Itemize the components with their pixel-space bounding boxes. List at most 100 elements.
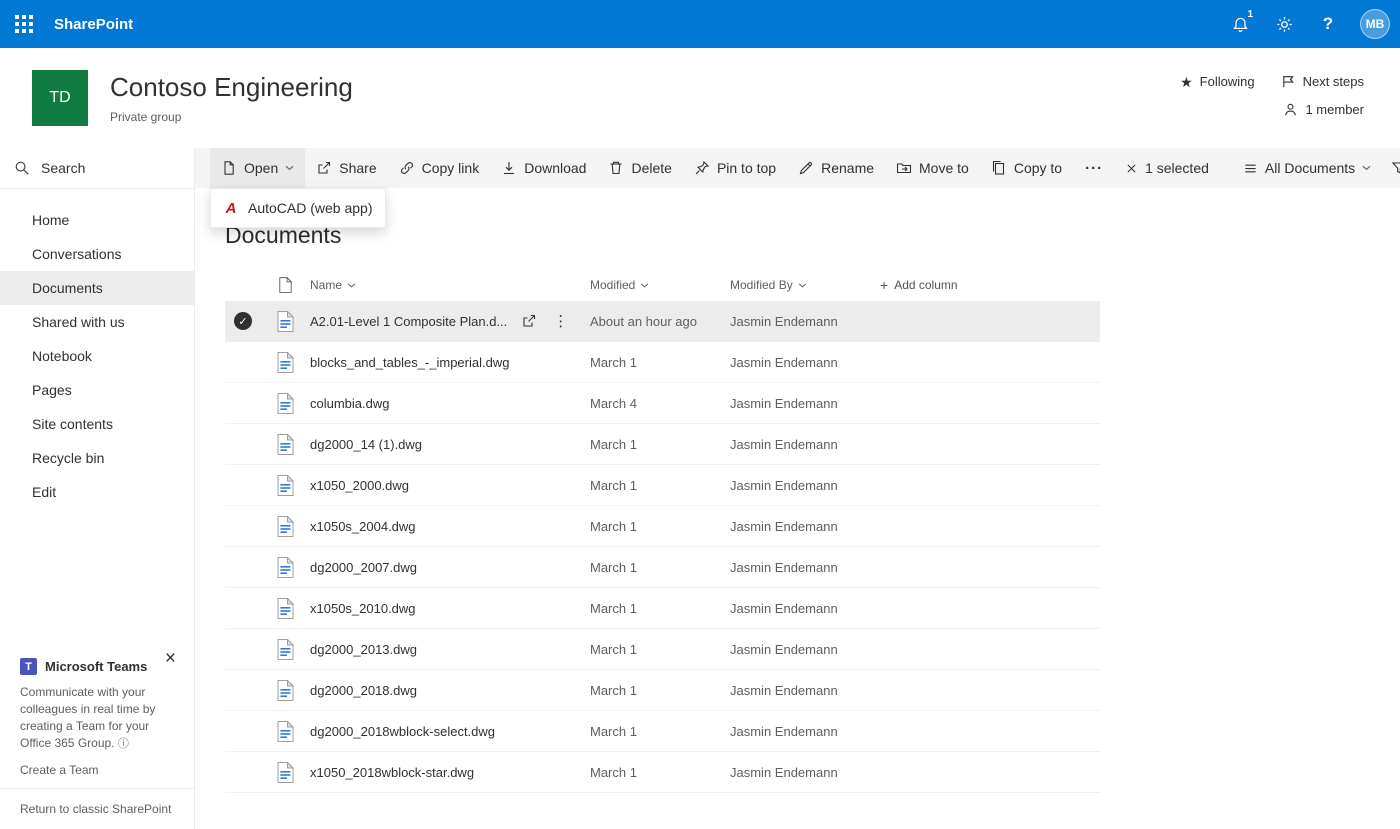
table-row[interactable]: ✓ dg2000_2018.dwg ⋮ March 1 Jasmin Endem… [225,670,1100,711]
file-name[interactable]: x1050s_2004.dwg [310,519,416,534]
row-selection-cell[interactable]: ✓ [225,435,261,453]
app-launcher-button[interactable] [0,0,48,48]
sidebar-item-home[interactable]: Home [0,203,194,237]
info-icon[interactable]: ⓘ [118,738,129,750]
table-row[interactable]: ✓ columbia.dwg ⋮ March 4 Jasmin Endemann [225,383,1100,424]
close-icon[interactable]: × [159,648,182,669]
copy-link-button[interactable]: Copy link [388,148,491,188]
file-name[interactable]: blocks_and_tables_-_imperial.dwg [310,355,509,370]
table-row[interactable]: ✓ x1050_2000.dwg ⋮ March 1 Jasmin Endema… [225,465,1100,506]
table-row[interactable]: ✓ dg2000_2018wblock-select.dwg ⋮ March 1… [225,711,1100,752]
sidebar: HomeConversationsDocumentsShared with us… [0,148,195,829]
rename-button[interactable]: Rename [787,148,885,188]
library-content: Documents Name [195,188,1400,793]
notifications-button[interactable]: 1 [1220,4,1260,44]
next-steps-button[interactable]: Next steps [1281,74,1364,89]
classic-sharepoint-link[interactable]: Return to classic SharePoint [0,788,194,829]
search-icon [14,160,30,176]
pin-to-top-button[interactable]: Pin to top [683,148,787,188]
menu-item-autocad-web-app[interactable]: A AutoCAD (web app) [211,191,385,225]
settings-button[interactable] [1264,4,1304,44]
trash-icon [608,160,624,176]
account-avatar[interactable]: MB [1360,9,1390,39]
download-button[interactable]: Download [490,148,597,188]
command-bar: Open Share Copy link [195,148,1400,188]
selected-check-icon[interactable]: ✓ [234,312,252,330]
row-selection-cell[interactable]: ✓ [225,517,261,535]
modified-cell: About an hour ago [590,314,730,329]
file-name[interactable]: A2.01-Level 1 Composite Plan.d... [310,314,507,329]
column-header-modified[interactable]: Modified [590,278,730,292]
sidebar-item-recycle-bin[interactable]: Recycle bin [0,441,194,475]
table-row[interactable]: ✓ A2.01-Level 1 Composite Plan.d... ⋮ Ab… [225,301,1100,342]
row-selection-cell[interactable]: ✓ [225,476,261,494]
table-row[interactable]: ✓ x1050s_2004.dwg ⋮ March 1 Jasmin Endem… [225,506,1100,547]
more-actions-icon[interactable]: ⋮ [553,312,568,330]
row-selection-cell[interactable]: ✓ [225,558,261,576]
row-selection-cell[interactable]: ✓ [225,353,261,371]
table-row[interactable]: ✓ x1050s_2010.dwg ⋮ March 1 Jasmin Endem… [225,588,1100,629]
row-selection-cell[interactable]: ✓ [225,640,261,658]
sort-chevron-icon [798,283,807,288]
members-button[interactable]: 1 member [1283,102,1364,117]
table-row[interactable]: ✓ x1050_2018wblock-star.dwg ⋮ March 1 Ja… [225,752,1100,793]
row-selection-cell[interactable]: ✓ [225,681,261,699]
sidebar-item-shared-with-us[interactable]: Shared with us [0,305,194,339]
sidebar-item-conversations[interactable]: Conversations [0,237,194,271]
sidebar-item-pages[interactable]: Pages [0,373,194,407]
add-column-button[interactable]: + Add column [880,278,958,292]
teams-icon: T [20,658,37,675]
table-row[interactable]: ✓ blocks_and_tables_-_imperial.dwg ⋮ Mar… [225,342,1100,383]
move-to-button[interactable]: Move to [885,148,980,188]
modified-by-cell: Jasmin Endemann [730,683,880,698]
file-type-column-icon[interactable] [279,277,292,293]
site-title[interactable]: Contoso Engineering [110,72,353,103]
app-name[interactable]: SharePoint [54,16,133,33]
bell-icon [1232,16,1249,33]
chevron-down-icon [1362,165,1371,171]
dwg-file-icon [261,393,310,414]
share-button[interactable]: Share [305,148,387,188]
view-selector-button[interactable]: All Documents [1233,148,1381,188]
help-button[interactable]: ? [1308,4,1348,44]
column-header-modified-by[interactable]: Modified By [730,278,880,292]
sidebar-item-notebook[interactable]: Notebook [0,339,194,373]
create-team-link[interactable]: Create a Team [20,763,99,777]
sidebar-item-documents[interactable]: Documents [0,271,194,305]
delete-button[interactable]: Delete [597,148,682,188]
file-name[interactable]: dg2000_2018.dwg [310,683,417,698]
sidebar-item-edit[interactable]: Edit [0,475,194,509]
row-selection-cell[interactable]: ✓ [225,312,261,330]
row-selection-cell[interactable]: ✓ [225,599,261,617]
row-selection-cell[interactable]: ✓ [225,763,261,781]
row-selection-cell[interactable]: ✓ [225,722,261,740]
table-row[interactable]: ✓ dg2000_2007.dwg ⋮ March 1 Jasmin Endem… [225,547,1100,588]
site-logo[interactable]: TD [32,70,88,126]
rename-icon [798,160,814,176]
copy-to-button[interactable]: Copy to [980,148,1073,188]
file-name[interactable]: dg2000_14 (1).dwg [310,437,422,452]
file-name[interactable]: dg2000_2018wblock-select.dwg [310,724,495,739]
table-row[interactable]: ✓ dg2000_2013.dwg ⋮ March 1 Jasmin Endem… [225,629,1100,670]
search-box[interactable] [0,148,194,189]
share-row-icon[interactable] [521,313,537,329]
row-selection-cell[interactable]: ✓ [225,394,261,412]
column-header-name[interactable]: Name [310,278,590,292]
file-name[interactable]: x1050_2018wblock-star.dwg [310,765,474,780]
file-name[interactable]: columbia.dwg [310,396,390,411]
modified-by-cell: Jasmin Endemann [730,601,880,616]
file-name[interactable]: dg2000_2013.dwg [310,642,417,657]
sidebar-item-site-contents[interactable]: Site contents [0,407,194,441]
file-name[interactable]: x1050s_2010.dwg [310,601,416,616]
clear-selection-button[interactable]: 1 selected [1115,148,1219,188]
table-header: Name Modified Modified By + [225,269,1100,301]
table-row[interactable]: ✓ dg2000_14 (1).dwg ⋮ March 1 Jasmin End… [225,424,1100,465]
overflow-menu-button[interactable]: ··· [1073,148,1115,188]
file-name[interactable]: dg2000_2007.dwg [310,560,417,575]
open-button[interactable]: Open [210,148,305,188]
search-input[interactable] [39,159,168,177]
teams-promo-title: Microsoft Teams [45,659,147,674]
filter-button[interactable] [1381,148,1400,188]
file-name[interactable]: x1050_2000.dwg [310,478,409,493]
following-button[interactable]: ★ Following [1180,74,1254,89]
